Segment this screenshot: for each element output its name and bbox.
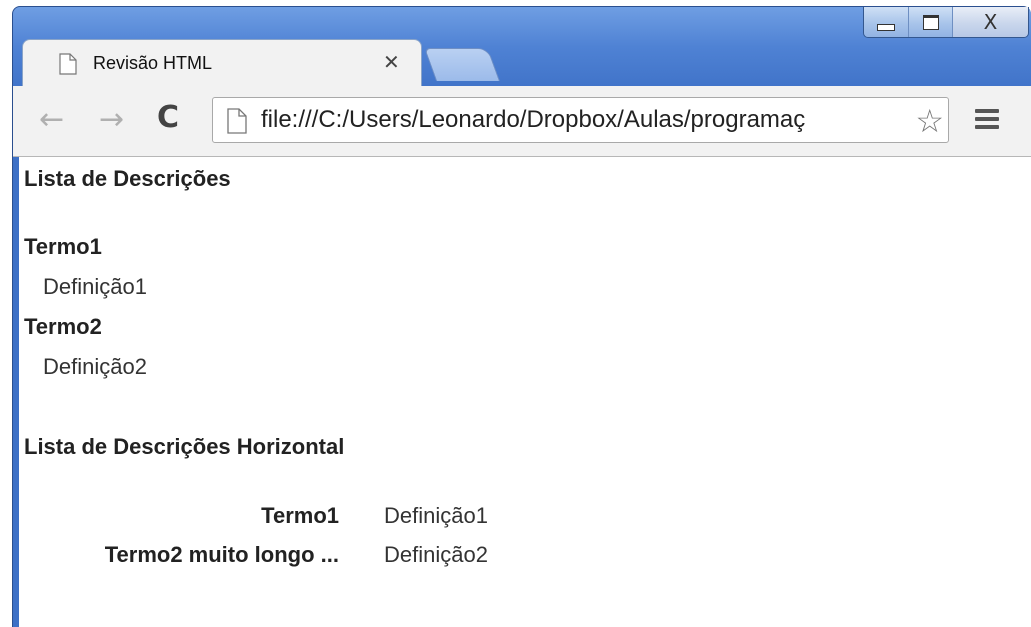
menu-icon[interactable] — [975, 109, 999, 133]
address-url: file:///C:/Users/Leonardo/Dropbox/Aulas/… — [261, 106, 806, 133]
description-definition: Definição1 — [43, 274, 147, 299]
caption-buttons: X — [863, 7, 1029, 38]
tab-close-icon[interactable]: ✕ — [383, 50, 400, 74]
description-definition: Definição2 — [43, 354, 147, 379]
page-icon — [227, 108, 247, 139]
page-icon — [59, 53, 77, 80]
address-bar[interactable]: file:///C:/Users/Leonardo/Dropbox/Aulas/… — [212, 97, 949, 143]
minimize-icon — [877, 23, 895, 31]
horizontal-term: Termo1 — [261, 503, 339, 528]
maximize-button[interactable] — [908, 7, 952, 37]
forward-icon[interactable]: → — [99, 102, 124, 137]
close-icon: X — [983, 10, 998, 34]
browser-toolbar: ← → C file:///C:/Users/Leonardo/Dropbox/… — [13, 86, 1031, 157]
description-term: Termo2 — [24, 314, 102, 339]
tab-revisao-html[interactable]: Revisão HTML ✕ — [22, 39, 422, 87]
section-title-descriptions: Lista de Descrições — [24, 166, 231, 191]
description-term: Termo1 — [24, 234, 102, 259]
back-icon[interactable]: ← — [39, 102, 64, 137]
horizontal-definition: Definição2 — [384, 542, 488, 567]
section-title-horizontal: Lista de Descrições Horizontal — [24, 434, 345, 459]
reload-icon[interactable]: C — [157, 100, 179, 135]
bookmark-star-icon[interactable]: ☆ — [913, 102, 944, 140]
tab-title: Revisão HTML — [93, 53, 213, 73]
maximize-icon — [922, 14, 939, 30]
window-close-button[interactable]: X — [952, 7, 1028, 37]
horizontal-definition: Definição1 — [384, 503, 488, 528]
minimize-button[interactable] — [864, 7, 908, 37]
new-tab-button[interactable] — [423, 48, 501, 81]
horizontal-term: Termo2 muito longo ... — [104, 542, 339, 567]
page-content: Lista de Descrições Termo1 Definição1 Te… — [19, 157, 1031, 627]
